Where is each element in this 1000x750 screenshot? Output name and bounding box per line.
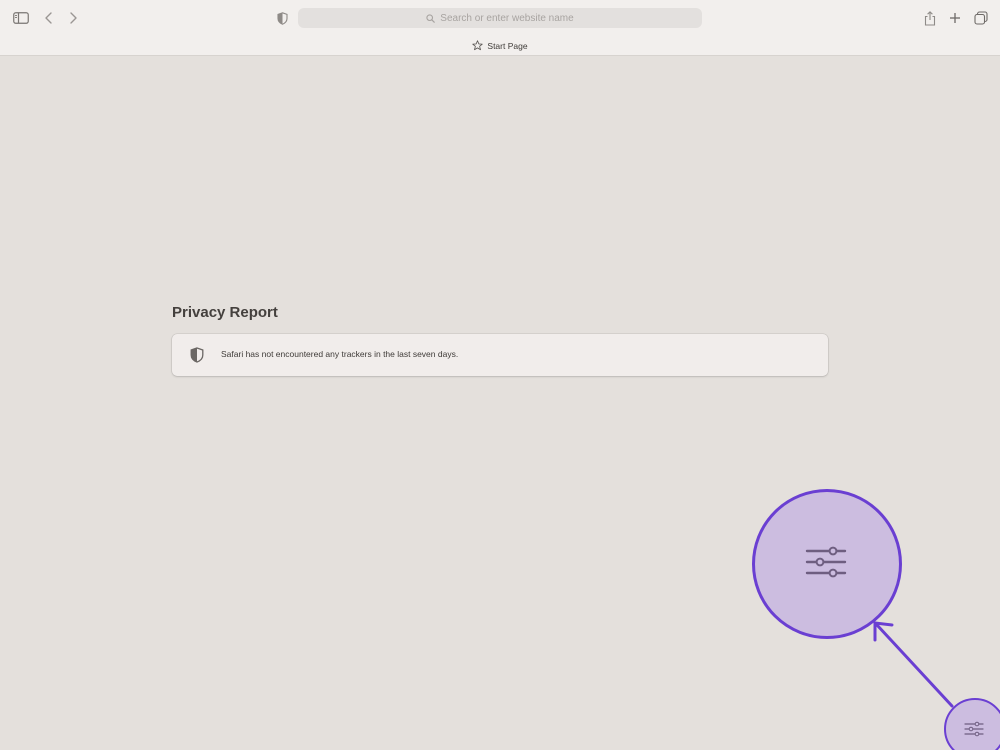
sidebar-icon[interactable] — [12, 9, 30, 27]
toolbar: Search or enter website name — [0, 0, 1000, 36]
privacy-report-title: Privacy Report — [172, 304, 278, 321]
tab-overview-button[interactable] — [972, 9, 990, 27]
chevron-left-icon — [45, 12, 52, 24]
chevron-right-icon — [70, 12, 77, 24]
share-button[interactable] — [921, 9, 939, 27]
star-icon — [472, 40, 484, 51]
address-placeholder: Search or enter website name — [440, 12, 574, 24]
new-tab-button[interactable] — [946, 9, 964, 27]
browser-window: Search or enter website name Start Page … — [0, 0, 1000, 750]
privacy-report-button[interactable] — [273, 9, 291, 27]
shield-icon — [276, 11, 288, 25]
shield-icon — [190, 347, 204, 363]
sliders-icon — [805, 546, 847, 578]
tab-bar: Start Page — [0, 36, 1000, 56]
address-bar[interactable]: Search or enter website name — [298, 8, 702, 28]
privacy-report-message: Safari has not encountered any trackers … — [221, 349, 459, 359]
privacy-report-card[interactable]: Safari has not encountered any trackers … — [172, 334, 828, 376]
search-icon — [426, 13, 436, 23]
tab-start-page[interactable]: Start Page — [0, 36, 1000, 55]
tab-overview-icon — [974, 11, 988, 25]
back-button[interactable] — [40, 9, 58, 27]
share-icon — [924, 10, 936, 26]
plus-icon — [950, 13, 960, 23]
forward-button[interactable] — [64, 9, 82, 27]
tab-label: Start Page — [487, 40, 528, 51]
sliders-icon[interactable] — [964, 720, 984, 738]
